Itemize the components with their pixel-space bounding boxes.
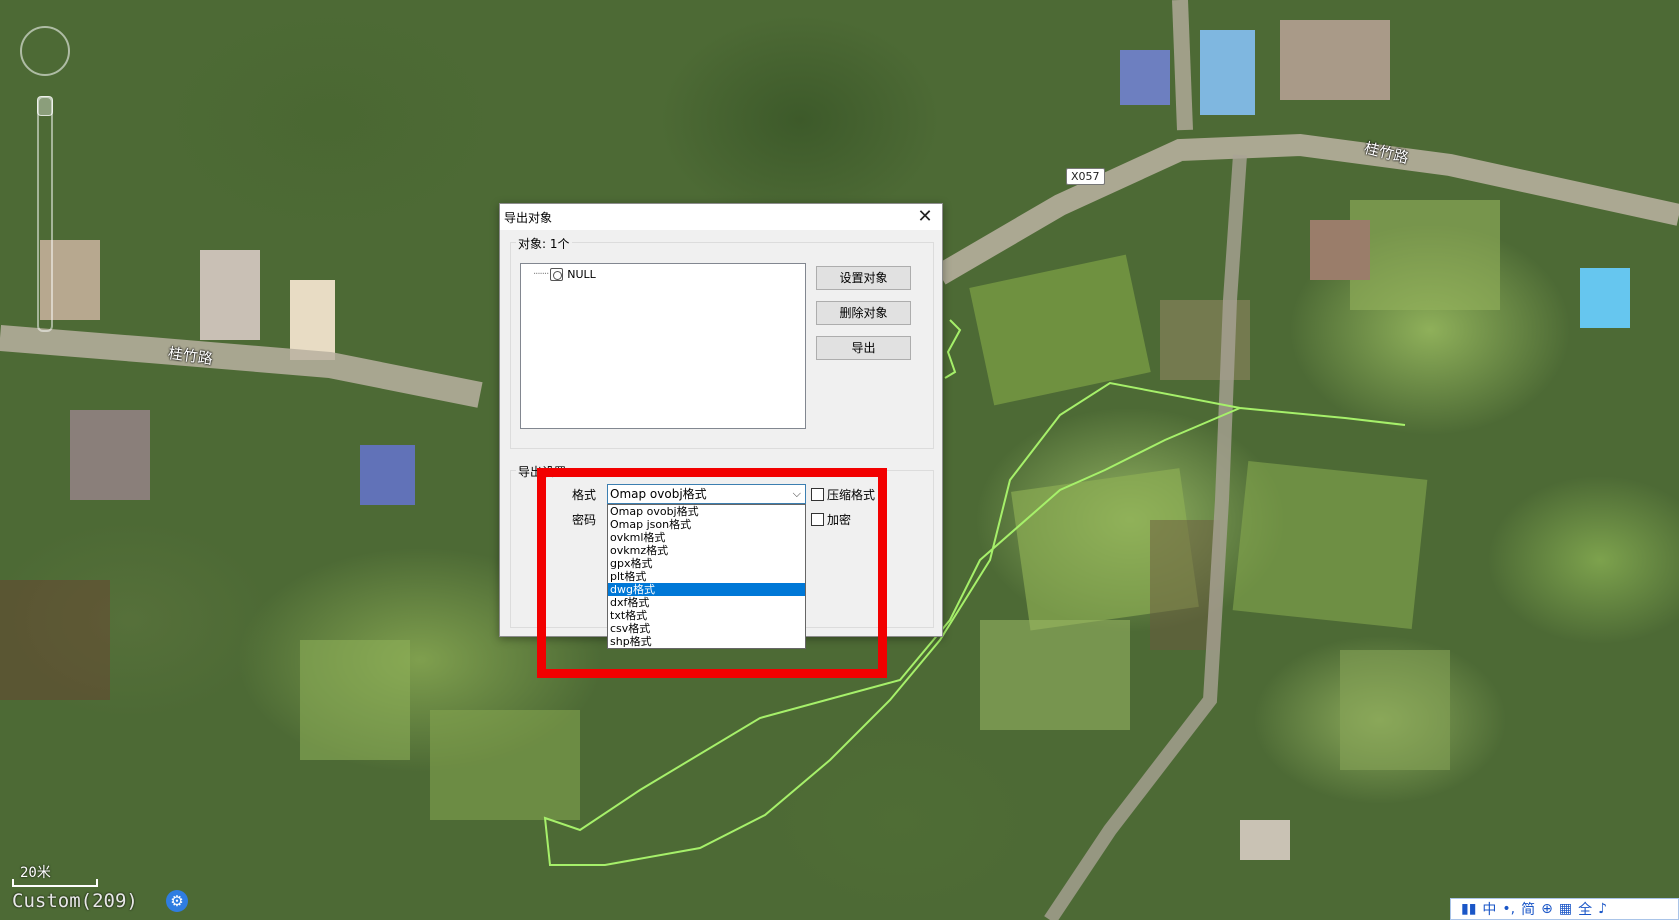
- zoom-slider-track[interactable]: [37, 96, 53, 332]
- export-button[interactable]: 导出: [816, 336, 911, 360]
- ime-item-emoji[interactable]: ⊕: [1541, 901, 1553, 917]
- object-icon: [550, 268, 564, 281]
- ime-item-punct[interactable]: •,: [1502, 901, 1515, 917]
- tree-node[interactable]: ······· NULL: [533, 268, 596, 281]
- ime-item-skin[interactable]: ♪: [1598, 901, 1607, 917]
- delete-objects-button[interactable]: 删除对象: [816, 301, 911, 325]
- zoom-slider-handle[interactable]: [37, 96, 53, 116]
- scale-bar: [12, 879, 98, 887]
- ime-toolbar[interactable]: ▮▮ 中 •, 简 ⊕ ▦ 全 ♪: [1450, 898, 1679, 920]
- layer-label: Custom(209): [12, 890, 138, 912]
- close-icon[interactable]: ✕: [914, 206, 936, 228]
- ime-chart-icon[interactable]: ▮▮: [1461, 901, 1476, 917]
- gear-icon[interactable]: ⚙: [166, 890, 188, 912]
- dialog-title: 导出对象: [504, 211, 553, 225]
- objects-group-label: 对象: 1个: [516, 235, 572, 252]
- ime-item-lang[interactable]: 中: [1482, 899, 1496, 919]
- ime-item-keyboard[interactable]: ▦: [1559, 901, 1572, 917]
- ime-item-simplified[interactable]: 简: [1521, 899, 1535, 919]
- dialog-titlebar[interactable]: 导出对象 ✕: [500, 204, 942, 230]
- set-objects-button[interactable]: 设置对象: [816, 266, 911, 290]
- tree-node-label: NULL: [567, 268, 596, 281]
- ime-item-fullwidth[interactable]: 全: [1578, 899, 1592, 919]
- object-tree[interactable]: ······· NULL: [520, 263, 806, 429]
- road-badge: X057: [1066, 168, 1105, 185]
- map-compass-control[interactable]: [20, 26, 70, 76]
- highlight-annotation-box: [537, 468, 887, 678]
- tree-connector: ·······: [533, 269, 549, 280]
